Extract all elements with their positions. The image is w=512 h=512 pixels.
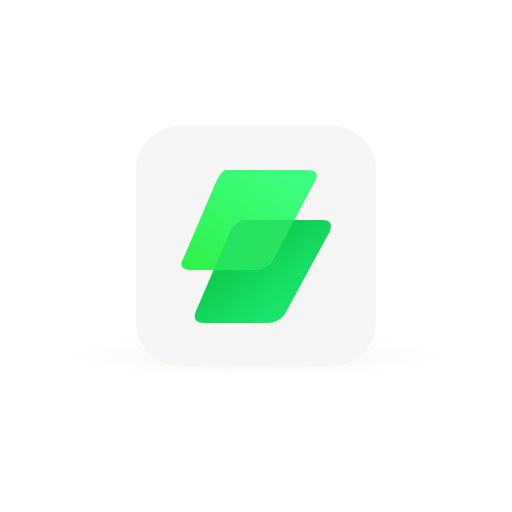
canvas: [0, 0, 512, 512]
layered-green-parallelograms-icon: [181, 170, 331, 323]
